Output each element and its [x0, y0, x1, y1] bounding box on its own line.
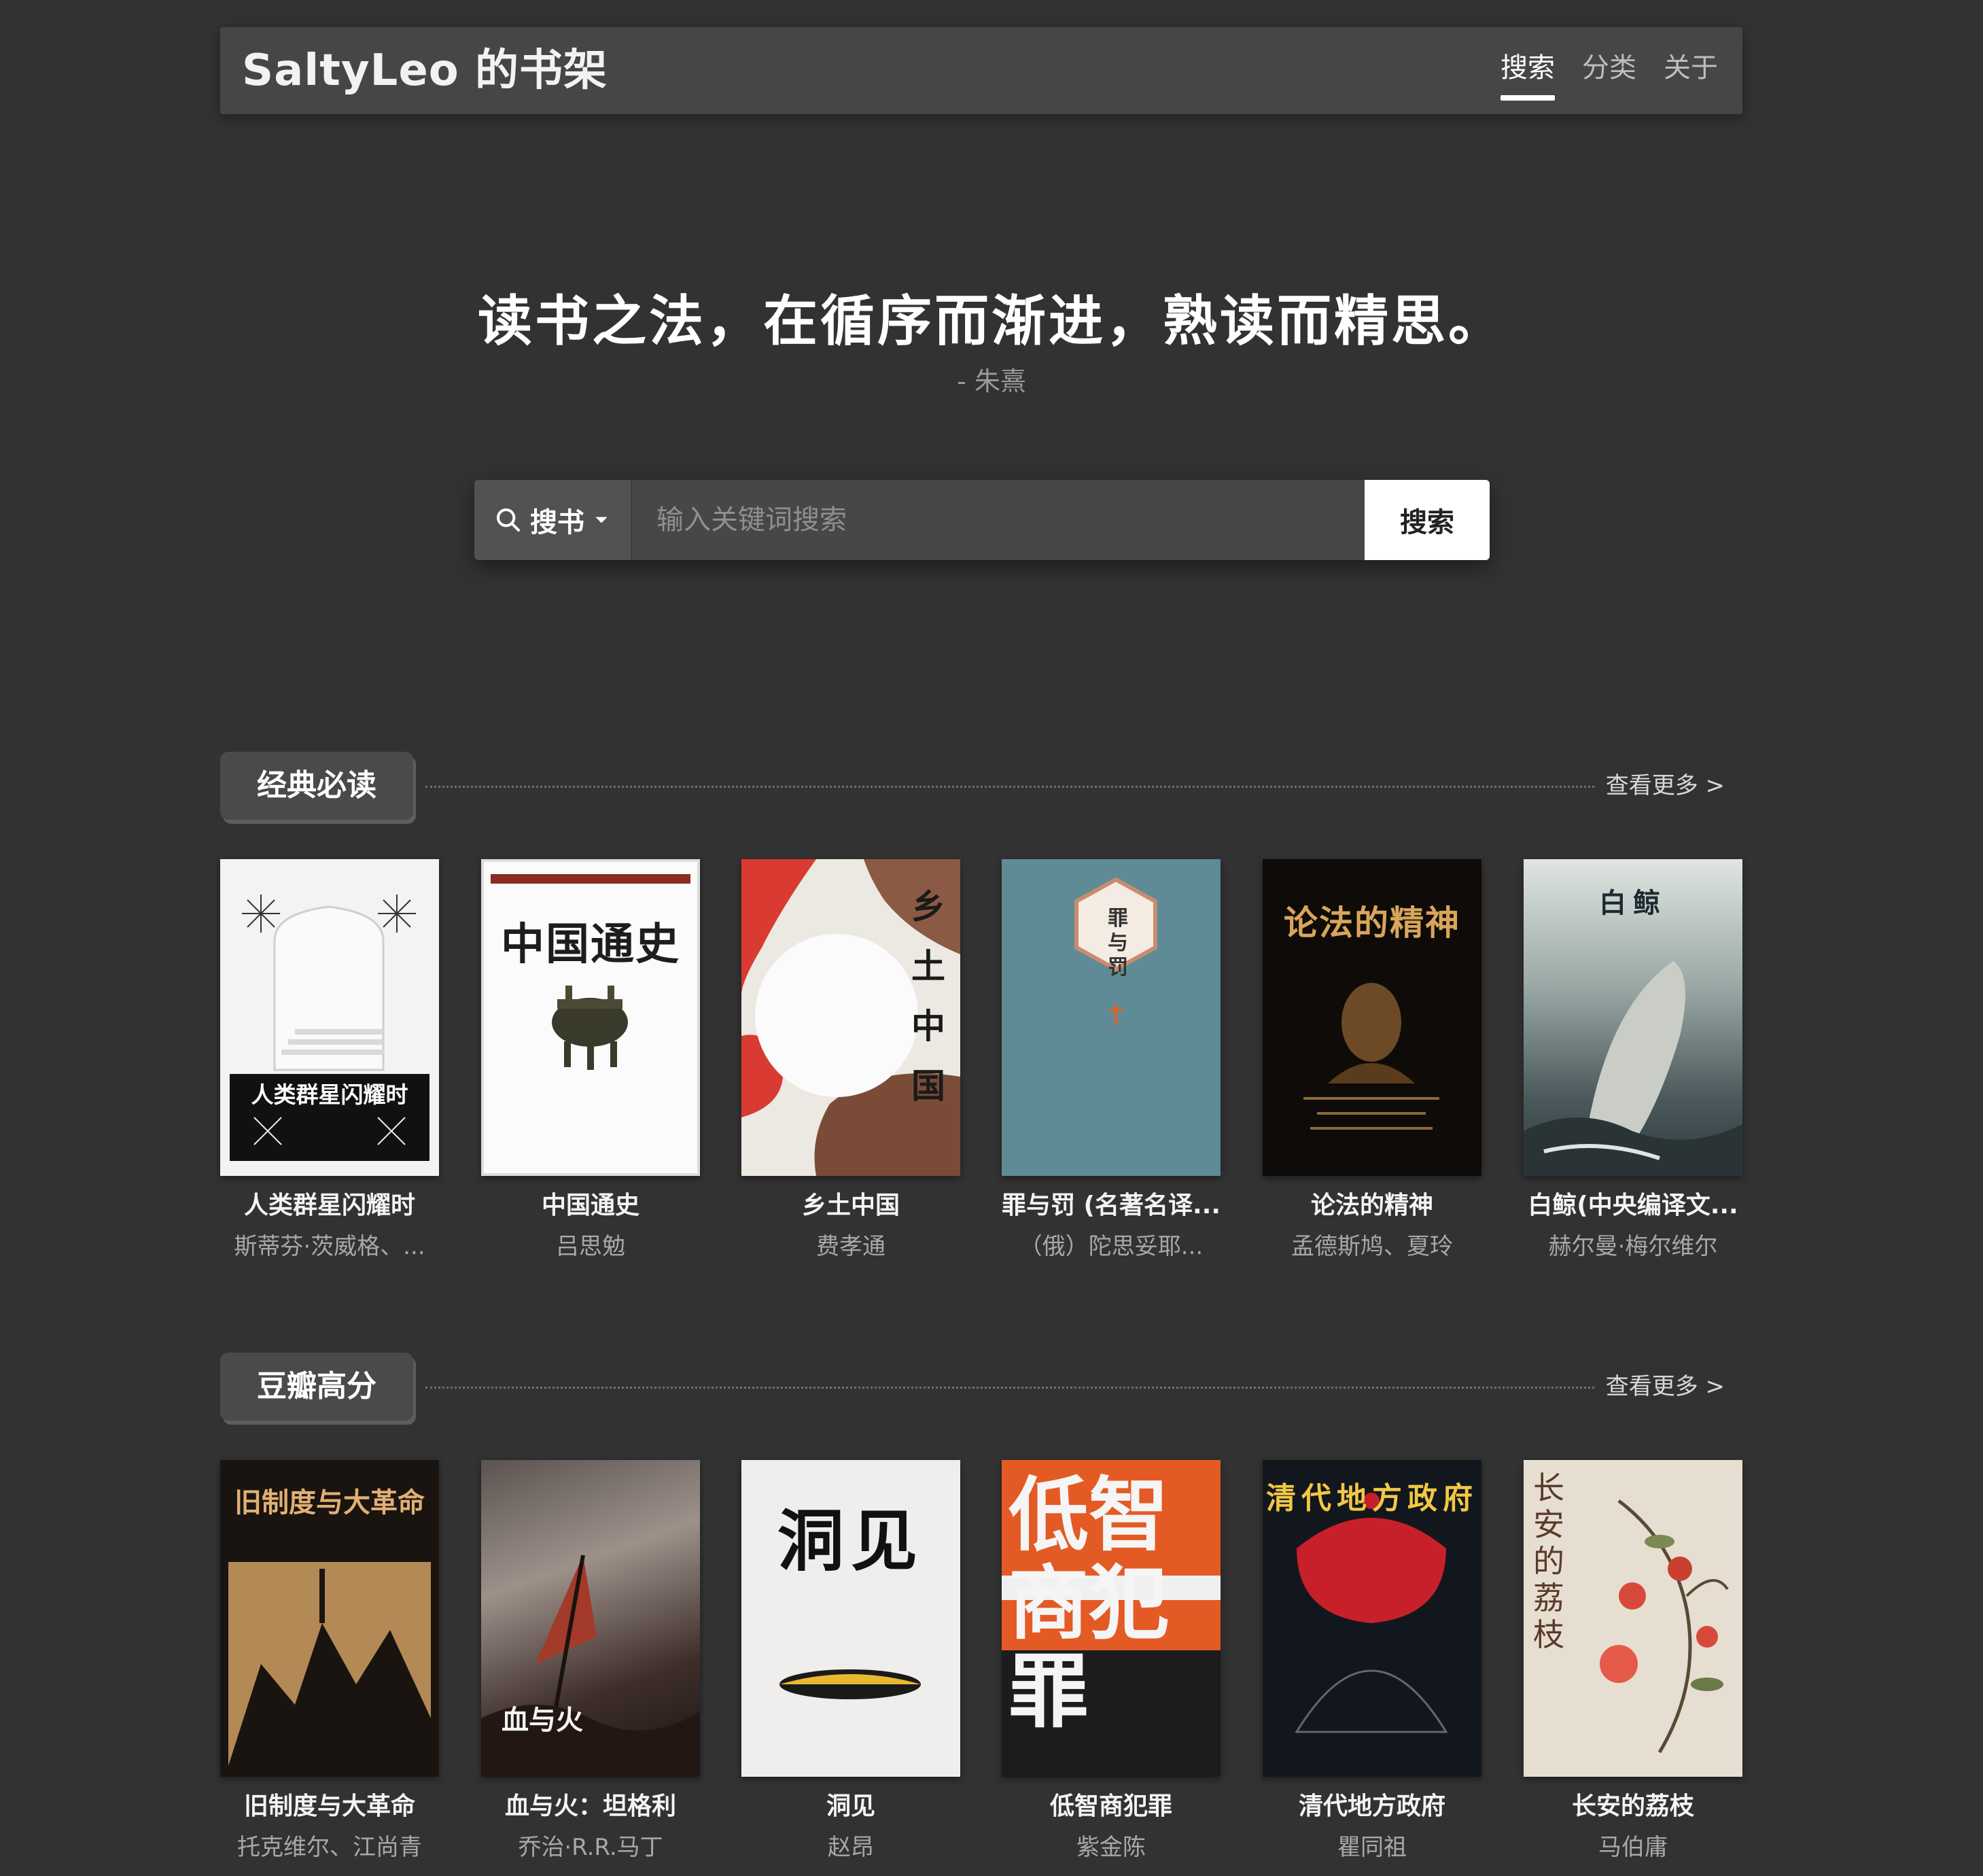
book-title: 长安的荔枝: [1571, 1792, 1694, 1820]
hero-quote: 读书之法，在循序而渐进，熟读而精思。: [478, 290, 1505, 353]
hero-quote-author: - 朱熹: [957, 366, 1026, 396]
book-title: 中国通史: [541, 1192, 639, 1219]
book-title: 低智商犯罪: [1049, 1792, 1172, 1820]
section-classics: 经典必读 查看更多 > 人类群星闪耀时 人类群星闪耀时 斯蒂芬·茨威格、... …: [220, 752, 1742, 1260]
cover-art: [230, 894, 429, 1161]
caret-down-icon: [595, 517, 608, 523]
book-cover[interactable]: 罪与罚: [1002, 859, 1221, 1176]
cover-title: 罪与罚: [1108, 907, 1128, 979]
cover-title: 长安的荔枝: [1533, 1470, 1564, 1653]
book-author: 赫尔曼·梅尔维尔: [1548, 1233, 1718, 1260]
search-type-dropdown[interactable]: 搜书: [474, 480, 632, 560]
section-title: 豆瓣高分: [220, 1353, 413, 1421]
book-title: 白鲸(中央编译文...: [1528, 1192, 1738, 1219]
cover-art: [228, 1562, 431, 1766]
book-author: 紫金陈: [1076, 1834, 1146, 1861]
cover-art: [1303, 983, 1439, 1130]
book-author: 赵昂: [828, 1834, 874, 1861]
book-card[interactable]: 血与火 血与火：坦格利 乔治·R.R.马丁: [481, 1460, 700, 1862]
cover-title: 低智商犯罪: [1008, 1468, 1170, 1739]
book-card[interactable]: 洞见 洞见 赵昂: [741, 1460, 960, 1862]
book-cover[interactable]: 低智商犯罪: [1002, 1460, 1221, 1777]
cover-art: [552, 986, 628, 1070]
book-card[interactable]: 罪与罚 罪与罚 (名著名译... （俄）陀思妥耶...: [1002, 859, 1221, 1261]
section-divider: [425, 786, 1594, 788]
cover-art: [779, 1669, 921, 1699]
book-author: 吕思勉: [556, 1233, 625, 1260]
book-cover[interactable]: 中国通史: [481, 859, 700, 1176]
book-cover[interactable]: 人类群星闪耀时: [220, 859, 439, 1176]
site-brand[interactable]: SaltyLeo 的书架: [242, 27, 608, 114]
book-title: 乡土中国: [801, 1192, 900, 1219]
book-card[interactable]: 低智商犯罪 低智商犯罪 紫金陈: [1002, 1460, 1221, 1862]
book-author: 瞿同祖: [1337, 1834, 1407, 1861]
book-author: 费孝通: [816, 1233, 885, 1260]
search-icon: [497, 508, 520, 532]
book-cover[interactable]: 清代地方政府: [1263, 1460, 1481, 1777]
top-navbar: SaltyLeo 的书架 搜索 分类 关于: [220, 27, 1742, 114]
search-type-label: 搜书: [530, 507, 584, 538]
book-title: 论法的精神: [1310, 1192, 1433, 1219]
section-title: 经典必读: [220, 752, 413, 820]
view-more-link[interactable]: 查看更多 >: [1606, 1366, 1725, 1407]
book-title: 血与火：坦格利: [504, 1792, 676, 1820]
book-card[interactable]: 长安的荔枝 长安的荔枝 马伯庸: [1524, 1460, 1742, 1862]
main-nav: 搜索 分类 关于: [1501, 27, 1718, 114]
book-card[interactable]: 乡土中国 乡土中国 费孝通: [741, 859, 960, 1261]
book-cover[interactable]: 血与火: [481, 1460, 700, 1777]
book-author: 托克维尔、江尚青: [237, 1834, 422, 1861]
cover-art: [1524, 961, 1742, 1176]
view-more-link[interactable]: 查看更多 >: [1606, 765, 1725, 806]
book-card[interactable]: 旧制度与大革命 旧制度与大革命 托克维尔、江尚青: [220, 1460, 439, 1862]
book-cover[interactable]: 长安的荔枝: [1524, 1460, 1742, 1777]
book-title: 罪与罚 (名著名译...: [1002, 1192, 1221, 1219]
book-author: 马伯庸: [1598, 1834, 1668, 1861]
section-divider: [425, 1387, 1594, 1389]
book-title: 人类群星闪耀时: [243, 1192, 415, 1219]
search-input[interactable]: [632, 480, 1365, 560]
nav-search[interactable]: 搜索: [1501, 27, 1555, 114]
cover-title: 清代地方政府: [1266, 1481, 1478, 1516]
book-author: 斯蒂芬·茨威格、...: [234, 1233, 425, 1260]
cover-title: 乡土中国: [911, 886, 945, 1106]
book-card[interactable]: 人类群星闪耀时 人类群星闪耀时 斯蒂芬·茨威格、...: [220, 859, 439, 1261]
book-cover[interactable]: 白鲸: [1524, 859, 1742, 1176]
book-author: （俄）陀思妥耶...: [1019, 1233, 1204, 1260]
cover-title: 人类群星闪耀时: [251, 1081, 408, 1108]
section-header: 经典必读 查看更多 >: [220, 752, 1742, 827]
book-cover[interactable]: 乡土中国: [741, 859, 960, 1176]
search-bar: 搜书 搜索: [474, 480, 1490, 560]
book-title: 洞见: [826, 1792, 875, 1820]
book-title: 清代地方政府: [1298, 1792, 1445, 1820]
book-author: 乔治·R.R.马丁: [518, 1834, 663, 1861]
book-card[interactable]: 中国通史 中国通史 吕思勉: [481, 859, 700, 1261]
book-card[interactable]: 论法的精神 论法的精神 孟德斯鸠、夏玲: [1263, 859, 1481, 1261]
nav-about[interactable]: 关于: [1664, 27, 1718, 114]
book-row: 旧制度与大革命 旧制度与大革命 托克维尔、江尚青 血与火 血与火：坦格利 乔治·…: [220, 1460, 1742, 1868]
book-title: 旧制度与大革命: [243, 1792, 415, 1820]
book-cover[interactable]: 论法的精神: [1263, 859, 1481, 1176]
book-author: 孟德斯鸠、夏玲: [1291, 1233, 1453, 1260]
book-card[interactable]: 清代地方政府 清代地方政府 瞿同祖: [1263, 1460, 1481, 1862]
section-douban-top: 豆瓣高分 查看更多 > 旧制度与大革命 旧制度与大革命 托克维尔、江尚青 血与火…: [220, 1353, 1742, 1861]
book-card[interactable]: 白鲸 白鲸(中央编译文... 赫尔曼·梅尔维尔: [1524, 859, 1742, 1261]
nav-categories[interactable]: 分类: [1582, 27, 1636, 114]
book-cover[interactable]: 旧制度与大革命: [220, 1460, 439, 1777]
section-header: 豆瓣高分 查看更多 >: [220, 1353, 1742, 1427]
book-cover[interactable]: 洞见: [741, 1460, 960, 1777]
search-button[interactable]: 搜索: [1365, 480, 1490, 560]
cover-title: 血与火: [502, 1704, 583, 1736]
book-row: 人类群星闪耀时 人类群星闪耀时 斯蒂芬·茨威格、... 中国通史 中国通史 吕思…: [220, 859, 1742, 1267]
